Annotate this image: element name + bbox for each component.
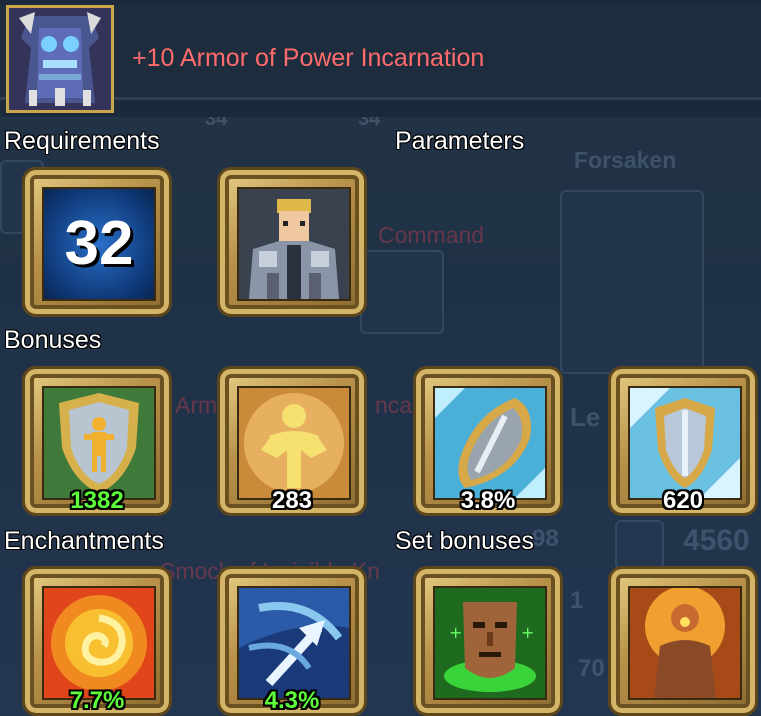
- bonus-slot[interactable]: 620: [608, 366, 758, 516]
- svg-text:+: +: [521, 623, 534, 642]
- knight-class-icon: [237, 187, 351, 301]
- background-slot: [360, 250, 444, 334]
- bonus-slot[interactable]: 3.8%: [413, 366, 563, 516]
- background-text: 98: [532, 525, 559, 552]
- fire-swirl-icon: [42, 586, 156, 700]
- background-text: Command: [378, 222, 485, 248]
- background-text: Le: [570, 402, 601, 432]
- enchantments-label: Enchantments: [4, 527, 164, 555]
- item-header: +10 Armor of Power Incarnation: [0, 0, 761, 117]
- blade-shield-icon: [433, 386, 547, 500]
- enchantment-slot[interactable]: 4.3%: [217, 566, 367, 716]
- requirement-class-slot[interactable]: [217, 167, 367, 317]
- set-bonuses-label: Set bonuses: [395, 527, 534, 555]
- svg-text:+: +: [449, 623, 462, 642]
- background-text: 70: [578, 655, 605, 682]
- background-portrait-frame: [560, 190, 704, 374]
- ice-shield-icon: [628, 386, 742, 500]
- defense-shield-icon: [42, 386, 156, 500]
- bonus-value: 3.8%: [460, 487, 516, 514]
- background-text: 4560: [683, 524, 750, 557]
- requirement-level-slot[interactable]: 32: [22, 167, 172, 317]
- bonuses-label: Bonuses: [4, 326, 102, 354]
- parameters-label: Parameters: [395, 127, 525, 155]
- enchantment-value: 7.7%: [69, 687, 125, 714]
- set-bonus-slot[interactable]: [608, 566, 758, 716]
- item-title: +10 Armor of Power Incarnation: [132, 44, 485, 72]
- bonus-value: 1382: [70, 487, 124, 514]
- strength-figure-icon: [237, 386, 351, 500]
- background-slot: [615, 520, 664, 569]
- background-text: 1: [570, 587, 584, 614]
- bonus-value: 620: [662, 487, 704, 514]
- armor-icon[interactable]: [6, 5, 114, 113]
- green-mask-icon: + +: [433, 586, 547, 700]
- wind-arrow-icon: [237, 586, 351, 700]
- requirements-label: Requirements: [4, 127, 160, 155]
- bonus-slot[interactable]: 283: [217, 366, 367, 516]
- enchantment-value: 4.3%: [264, 687, 320, 714]
- background-text: Forsaken: [574, 147, 677, 173]
- bonus-slot[interactable]: 1382: [22, 366, 172, 516]
- required-level: 32: [64, 209, 134, 278]
- set-bonus-slot[interactable]: + +: [413, 566, 563, 716]
- background-text: nca: [375, 392, 413, 418]
- fire-figure-icon: [628, 586, 742, 700]
- bonus-value: 283: [271, 487, 313, 514]
- level-icon: 32: [42, 187, 156, 301]
- enchantment-slot[interactable]: 7.7%: [22, 566, 172, 716]
